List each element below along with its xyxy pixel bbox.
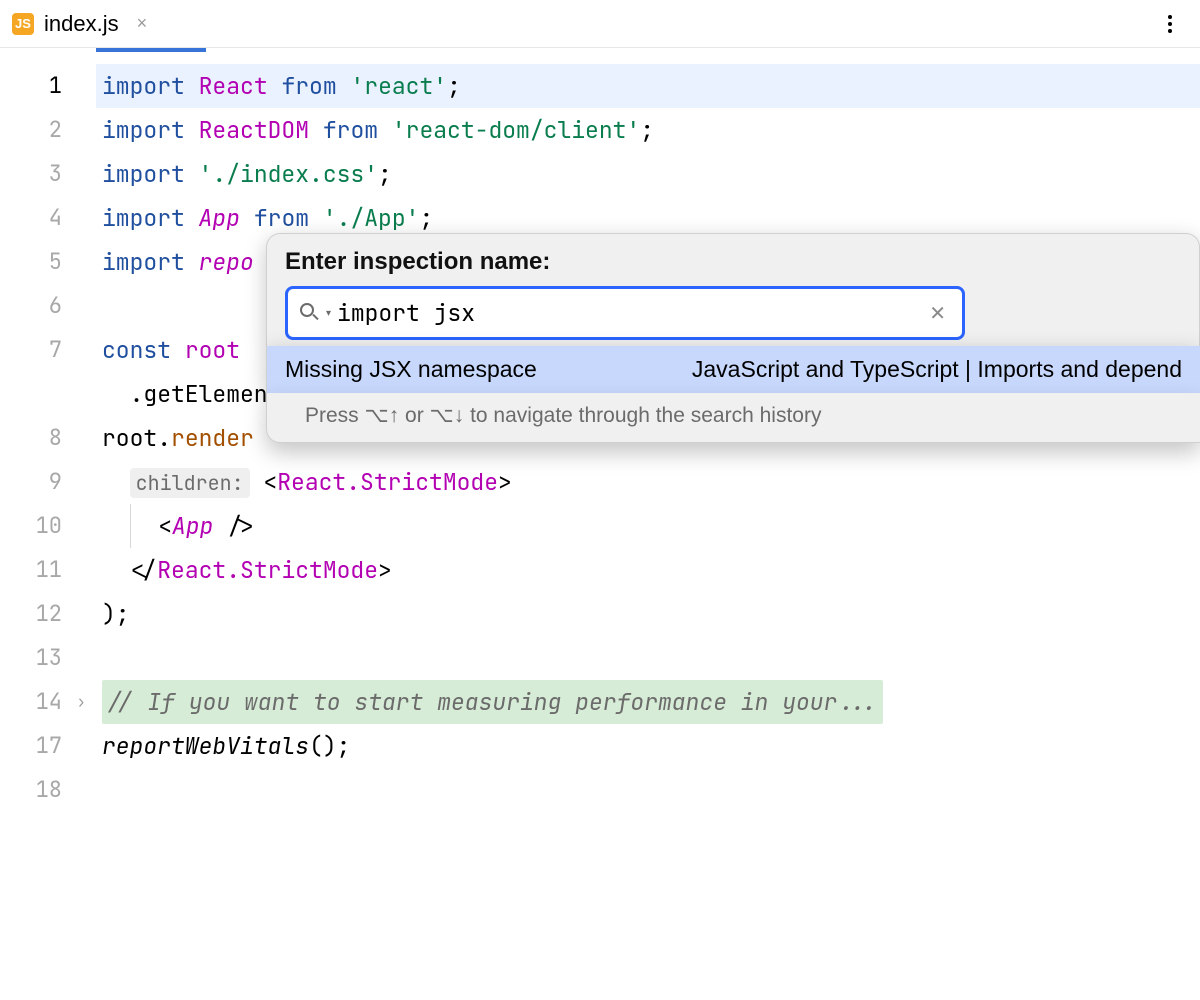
line-number[interactable]: 14› <box>0 680 96 724</box>
fold-toggle-icon[interactable]: › <box>76 680 86 724</box>
line-number[interactable]: 7 <box>0 328 96 372</box>
code-line[interactable]: reportWebVitals(); <box>96 724 1200 768</box>
line-number[interactable]: 12 <box>0 592 96 636</box>
code-line[interactable]: children: <React.StrictMode> <box>96 460 1200 504</box>
line-number[interactable]: 6 <box>0 284 96 328</box>
line-number[interactable]: 9 <box>0 460 96 504</box>
code-line[interactable]: import React from 'react'; <box>96 64 1200 108</box>
code-line[interactable]: </React.StrictMode> <box>96 548 1200 592</box>
folded-region[interactable]: // If you want to start measuring perfor… <box>102 680 883 724</box>
code-line[interactable]: import ReactDOM from 'react-dom/client'; <box>96 108 1200 152</box>
parameter-hint: children: <box>130 468 250 498</box>
editor-area: 1 2 3 4 5 6 7 8 9 10 11 12 13 14› 17 18 … <box>0 48 1200 1000</box>
line-number[interactable] <box>0 372 96 416</box>
line-number[interactable]: 10 <box>0 504 96 548</box>
popup-header: Enter inspection name: ▾ ✕ <box>266 233 1200 346</box>
line-number[interactable]: 11 <box>0 548 96 592</box>
line-number[interactable]: 13 <box>0 636 96 680</box>
line-number[interactable]: 5 <box>0 240 96 284</box>
line-number[interactable]: 18 <box>0 768 96 812</box>
file-type-icon: JS <box>12 13 34 35</box>
code-line[interactable]: import './index.css'; <box>96 152 1200 196</box>
more-menu-button[interactable] <box>1156 10 1184 38</box>
line-number[interactable]: 17 <box>0 724 96 768</box>
tab-bar: JS index.js × <box>0 0 1200 48</box>
code-line[interactable] <box>96 768 1200 812</box>
search-icon <box>300 303 320 323</box>
line-number[interactable]: 1 <box>0 64 96 108</box>
code-line[interactable]: // If you want to start measuring perfor… <box>96 680 1200 724</box>
search-history-hint: Press ⌥↑ or ⌥↓ to navigate through the s… <box>266 393 1200 443</box>
code-line[interactable]: ); <box>96 592 1200 636</box>
code-line[interactable]: <App /> <box>96 504 1200 548</box>
line-number[interactable]: 8 <box>0 416 96 460</box>
line-gutter: 1 2 3 4 5 6 7 8 9 10 11 12 13 14› 17 18 <box>0 48 96 1000</box>
tab-title[interactable]: index.js <box>44 11 119 37</box>
dropdown-caret-icon[interactable]: ▾ <box>326 308 331 319</box>
line-number[interactable]: 3 <box>0 152 96 196</box>
inspection-popup: Enter inspection name: ▾ ✕ Missing JSX n… <box>266 233 1200 443</box>
code-area[interactable]: import React from 'react'; import ReactD… <box>96 48 1200 1000</box>
search-result-item[interactable]: Missing JSX namespace JavaScript and Typ… <box>266 346 1200 393</box>
line-number[interactable]: 2 <box>0 108 96 152</box>
result-name: Missing JSX namespace <box>285 356 537 383</box>
line-number[interactable]: 4 <box>0 196 96 240</box>
clear-icon[interactable]: ✕ <box>925 297 950 330</box>
close-tab-button[interactable]: × <box>137 13 148 34</box>
result-path: JavaScript and TypeScript | Imports and … <box>692 356 1182 383</box>
popup-title: Enter inspection name: <box>285 248 1181 276</box>
code-line[interactable] <box>96 636 1200 680</box>
search-box[interactable]: ▾ ✕ <box>285 286 965 340</box>
inspection-search-input[interactable] <box>337 298 925 328</box>
